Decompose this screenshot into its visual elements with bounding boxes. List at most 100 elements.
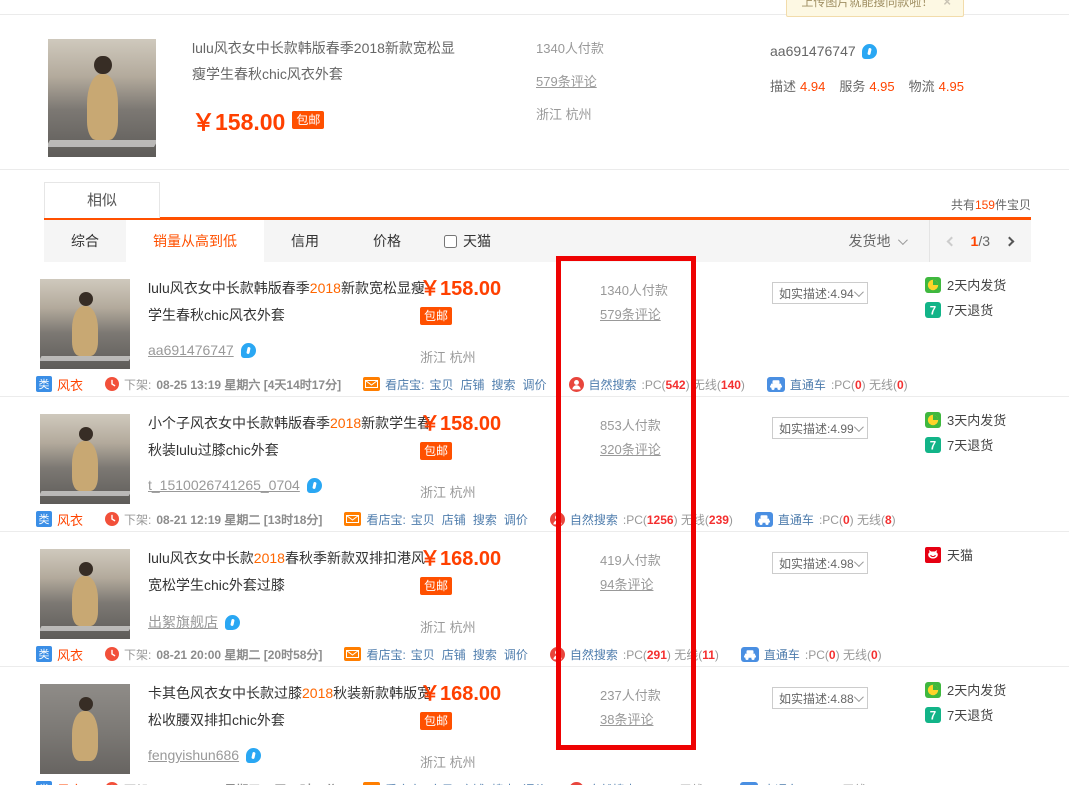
wangwang-icon[interactable] bbox=[307, 478, 322, 493]
sort-credit[interactable]: 信用 bbox=[264, 220, 346, 262]
title-highlight: 2018 bbox=[302, 685, 333, 701]
offshelf-clock-icon bbox=[105, 512, 119, 526]
kdb-link-item[interactable]: 宝贝 bbox=[429, 781, 453, 785]
free-shipping-badge: 包邮 bbox=[420, 577, 452, 595]
service-fast-ship: 3天内发货 bbox=[925, 410, 1006, 429]
desc-rating-select[interactable]: 如实描述:4.98 bbox=[772, 552, 868, 574]
price: ￥158.00 bbox=[420, 407, 501, 436]
svg-text:7: 7 bbox=[930, 440, 936, 452]
kdb-link-item[interactable]: 调价 bbox=[504, 646, 528, 663]
green-clock-icon bbox=[925, 412, 941, 428]
price: ￥168.00 bbox=[420, 542, 501, 571]
kdb-link-item[interactable]: 店铺 bbox=[460, 376, 484, 393]
category-name[interactable]: 风衣 bbox=[57, 780, 83, 785]
kdb-link-item[interactable]: 搜索 bbox=[473, 646, 497, 663]
kandianbao-mail-icon bbox=[344, 512, 361, 526]
tmall-cat-icon bbox=[925, 547, 941, 563]
tooltip-close-icon[interactable]: × bbox=[943, 0, 951, 9]
wangwang-icon[interactable] bbox=[862, 44, 877, 59]
header-product-thumbnail[interactable] bbox=[48, 39, 156, 157]
seven-day-return-icon: 7 bbox=[925, 302, 941, 318]
kdb-link-item[interactable]: 搜索 bbox=[491, 376, 515, 393]
category-name[interactable]: 风衣 bbox=[57, 645, 83, 664]
category-name[interactable]: 风衣 bbox=[57, 510, 83, 529]
kdb-link-item[interactable]: 调价 bbox=[523, 781, 547, 785]
rating-desc: 描述4.94 bbox=[770, 76, 825, 95]
product-thumbnail[interactable] bbox=[40, 279, 130, 369]
ztc-car-icon bbox=[740, 782, 758, 785]
desc-rating-select[interactable]: 如实描述:4.94 bbox=[772, 282, 868, 304]
kdb-link-item[interactable]: 调价 bbox=[504, 511, 528, 528]
seller-link[interactable]: t_1510026741265_0704 bbox=[148, 477, 300, 493]
product-title[interactable]: lulu风衣女中长款韩版春季2018新款宽松显瘦学生春秋chic风衣外套 bbox=[148, 275, 438, 329]
natural-search-icon bbox=[569, 377, 584, 392]
sort-price[interactable]: 价格 bbox=[346, 220, 428, 262]
sort-default[interactable]: 综合 bbox=[44, 220, 126, 262]
kdb-link-item[interactable]: 宝贝 bbox=[411, 511, 435, 528]
tmall-checkbox[interactable] bbox=[444, 235, 457, 248]
row-footer: 类风衣 下架:08-21 12:19 星期二 [13时18分] 看店宝:宝贝店铺… bbox=[0, 507, 1069, 532]
location: 浙江 杭州 bbox=[420, 347, 476, 366]
page: 上传图片就能搜同款啦！ × lulu风衣女中长款韩版春季2018新款宽松显瘦学生… bbox=[0, 0, 1069, 785]
seven-day-return-icon: 7 bbox=[925, 437, 941, 453]
wangwang-icon[interactable] bbox=[241, 343, 256, 358]
category-tag-icon: 类 bbox=[36, 646, 52, 662]
header-comments-link[interactable]: 579条评论 bbox=[536, 71, 604, 90]
list-item: lulu风衣女中长款2018春秋季新款双排扣港风宽松学生chic外套过膝 出絮旗… bbox=[0, 532, 1069, 667]
header-seller-name[interactable]: aa691476747 bbox=[770, 43, 856, 59]
price: ￥158.00 bbox=[420, 272, 501, 301]
kandianbao-links: 宝贝店铺搜索调价 bbox=[411, 511, 528, 528]
kdb-link-item[interactable]: 搜索 bbox=[473, 511, 497, 528]
desc-rating-select[interactable]: 如实描述:4.88 bbox=[772, 687, 868, 709]
seller-link[interactable]: fengyishun686 bbox=[148, 747, 239, 763]
tab-similar[interactable]: 相似 bbox=[44, 182, 160, 218]
ztc-stats: :PC(0) 无线(0) bbox=[805, 646, 882, 663]
header-product-title[interactable]: lulu风衣女中长款韩版春季2018新款宽松显瘦学生春秋chic风衣外套 bbox=[192, 35, 460, 87]
sort-sales-desc[interactable]: 销量从高到低 bbox=[126, 220, 264, 262]
comments-link[interactable]: 579条评论 bbox=[600, 304, 661, 323]
svg-text:7: 7 bbox=[930, 710, 936, 722]
kdb-link-item[interactable]: 店铺 bbox=[460, 781, 484, 785]
header-price-value: ￥158.00 bbox=[192, 103, 285, 137]
product-thumbnail[interactable] bbox=[40, 684, 130, 774]
upload-image-tooltip: 上传图片就能搜同款啦！ × bbox=[786, 0, 964, 17]
comments-link[interactable]: 94条评论 bbox=[600, 574, 653, 593]
tmall-filter[interactable]: 天猫 bbox=[444, 220, 491, 262]
row-footer: 类风衣 下架:08-25 13:19 星期六 [4天14时17分] 看店宝:宝贝… bbox=[0, 372, 1069, 397]
ship-from-dropdown[interactable]: 发货地 bbox=[825, 220, 929, 262]
comments-link[interactable]: 320条评论 bbox=[600, 439, 661, 458]
free-shipping-badge: 包邮 bbox=[420, 442, 452, 460]
product-title[interactable]: 卡其色风衣女中长款过膝2018秋装新款韩版宽松收腰双排扣chic外套 bbox=[148, 680, 438, 734]
kdb-link-item[interactable]: 搜索 bbox=[491, 781, 515, 785]
thumb-art bbox=[87, 74, 118, 140]
natural-search-icon bbox=[550, 512, 565, 527]
kdb-link-item[interactable]: 宝贝 bbox=[429, 376, 453, 393]
kdb-link-item[interactable]: 调价 bbox=[523, 376, 547, 393]
kdb-link-item[interactable]: 店铺 bbox=[442, 511, 466, 528]
natural-search-icon bbox=[550, 647, 565, 662]
category-name[interactable]: 风衣 bbox=[57, 375, 83, 394]
total-count: 共有159件宝贝 bbox=[951, 196, 1031, 213]
desc-rating-select[interactable]: 如实描述:4.99 bbox=[772, 417, 868, 439]
payments-count: 853人付款 bbox=[600, 415, 661, 434]
service-return: 7 7天退货 bbox=[925, 300, 1006, 319]
page-indicator: 1/3 bbox=[971, 233, 990, 249]
service-tmall: 天猫 bbox=[925, 545, 973, 564]
wangwang-icon[interactable] bbox=[225, 615, 240, 630]
prev-page-icon[interactable] bbox=[946, 236, 956, 246]
seller-link[interactable]: 出絮旗舰店 bbox=[148, 612, 218, 632]
product-thumbnail[interactable] bbox=[40, 414, 130, 504]
comments-link[interactable]: 38条评论 bbox=[600, 709, 653, 728]
row-footer: 类风衣 下架:08-21 20:00 星期二 [20时58分] 看店宝:宝贝店铺… bbox=[0, 642, 1069, 667]
product-thumbnail[interactable] bbox=[40, 549, 130, 639]
natural-search-stats: :PC(291) 无线(11) bbox=[623, 646, 719, 663]
svg-text:7: 7 bbox=[930, 305, 936, 317]
kdb-link-item[interactable]: 宝贝 bbox=[411, 646, 435, 663]
product-title[interactable]: lulu风衣女中长款2018春秋季新款双排扣港风宽松学生chic外套过膝 bbox=[148, 545, 438, 599]
wangwang-icon[interactable] bbox=[246, 748, 261, 763]
seller-link[interactable]: aa691476747 bbox=[148, 342, 234, 358]
product-title[interactable]: 小个子风衣女中长款韩版春季2018新款学生春秋装lulu过膝chic外套 bbox=[148, 410, 438, 464]
next-page-icon[interactable] bbox=[1005, 236, 1015, 246]
kdb-link-item[interactable]: 店铺 bbox=[442, 646, 466, 663]
natural-search-icon bbox=[569, 782, 584, 785]
